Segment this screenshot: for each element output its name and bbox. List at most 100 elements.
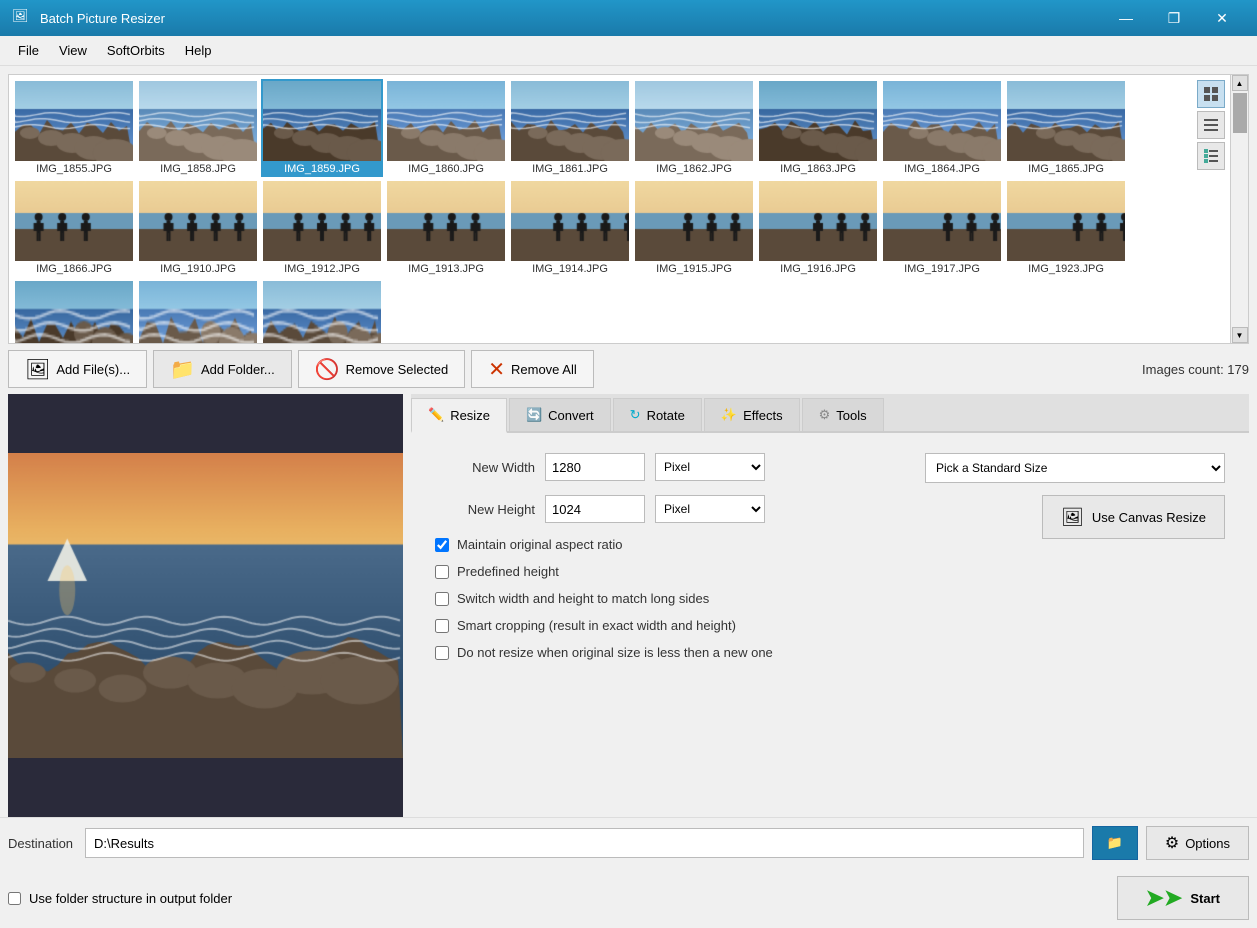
- thumb-label: IMG_1915.JPG: [656, 263, 732, 275]
- thumb-IMG_1864[interactable]: IMG_1864.JPG: [881, 79, 1003, 177]
- canvas-resize-label: Use Canvas Resize: [1092, 510, 1206, 525]
- no-resize-label: Do not resize when original size is less…: [457, 645, 773, 660]
- remove-all-label: Remove All: [511, 362, 577, 377]
- settings-panel: ✏️ Resize 🔄 Convert ↻ Rotate ✨ Effects ⚙: [411, 394, 1249, 817]
- resize-form: New Width Pixel Percent Inch cm New He: [435, 453, 905, 672]
- thumb-canvas-1864: [883, 81, 1001, 161]
- tab-tools[interactable]: ⚙ Tools: [802, 398, 884, 431]
- add-files-button[interactable]: 🖼 Add File(s)...: [8, 350, 147, 388]
- scroll-thumb[interactable]: [1233, 93, 1247, 133]
- add-folder-button[interactable]: 📁 Add Folder...: [153, 350, 292, 388]
- height-unit-select[interactable]: Pixel Percent Inch cm: [655, 495, 765, 523]
- thumb-IMG_1858[interactable]: IMG_1858.JPG: [137, 79, 259, 177]
- tab-convert[interactable]: 🔄 Convert: [509, 398, 611, 431]
- folder-structure-row: Use folder structure in output folder: [8, 891, 232, 906]
- app-title: Batch Picture Resizer: [40, 11, 1103, 26]
- tab-effects[interactable]: ✨ Effects: [704, 398, 800, 431]
- thumb-label: IMG_1855.JPG: [36, 163, 112, 175]
- switch-wh-checkbox[interactable]: [435, 592, 449, 606]
- no-resize-row: Do not resize when original size is less…: [435, 645, 905, 660]
- tools-tab-icon: ⚙: [819, 407, 831, 423]
- thumb-canvas-1866: [15, 181, 133, 261]
- thumb-IMG_1914[interactable]: IMG_1914.JPG: [509, 179, 631, 277]
- predefined-height-label: Predefined height: [457, 564, 559, 579]
- thumb-label: IMG_1913.JPG: [408, 263, 484, 275]
- menu-file[interactable]: File: [8, 39, 49, 62]
- tab-resize[interactable]: ✏️ Resize: [411, 398, 507, 433]
- height-row: New Height Pixel Percent Inch cm: [435, 495, 905, 523]
- minimize-button[interactable]: —: [1103, 0, 1149, 36]
- thumb-IMG_1913[interactable]: IMG_1913.JPG: [385, 179, 507, 277]
- scroll-up-button[interactable]: ▲: [1232, 75, 1248, 91]
- thumb-IMG_1866[interactable]: IMG_1866.JPG: [13, 179, 135, 277]
- maintain-aspect-row: Maintain original aspect ratio: [435, 537, 905, 552]
- remove-all-button[interactable]: ✕ Remove All: [471, 350, 594, 388]
- thumb-canvas-1860: [387, 81, 505, 161]
- thumb-IMG_1855[interactable]: IMG_1855.JPG: [13, 79, 135, 177]
- thumb-label: IMG_1914.JPG: [532, 263, 608, 275]
- thumb-IMG_1862[interactable]: IMG_1862.JPG: [633, 79, 755, 177]
- menu-view[interactable]: View: [49, 39, 97, 62]
- add-folder-label: Add Folder...: [201, 362, 275, 377]
- thumb-canvas-1914: [511, 181, 629, 261]
- height-input[interactable]: [545, 495, 645, 523]
- canvas-resize-button[interactable]: 🖼 Use Canvas Resize: [1042, 495, 1225, 539]
- list-view-button[interactable]: [1197, 111, 1225, 139]
- folder-structure-checkbox[interactable]: [8, 892, 21, 905]
- maximize-button[interactable]: ❐: [1151, 0, 1197, 36]
- maintain-aspect-checkbox[interactable]: [435, 538, 449, 552]
- thumb-IMG_1912[interactable]: IMG_1912.JPG: [261, 179, 383, 277]
- thumb-IMG_1923[interactable]: IMG_1923.JPG: [1005, 179, 1127, 277]
- thumb-row3-3[interactable]: [261, 279, 383, 344]
- smart-crop-checkbox[interactable]: [435, 619, 449, 633]
- thumb-IMG_1860[interactable]: IMG_1860.JPG: [385, 79, 507, 177]
- large-icon-view-button[interactable]: [1197, 80, 1225, 108]
- predefined-height-row: Predefined height: [435, 564, 905, 579]
- thumb-IMG_1865[interactable]: IMG_1865.JPG: [1005, 79, 1127, 177]
- thumb-IMG_1915[interactable]: IMG_1915.JPG: [633, 179, 755, 277]
- close-button[interactable]: ✕: [1199, 0, 1245, 36]
- thumb-canvas-1858: [139, 81, 257, 161]
- menu-softorbits[interactable]: SoftOrbits: [97, 39, 175, 62]
- toolbar: 🖼 Add File(s)... 📁 Add Folder... 🚫 Remov…: [0, 344, 1257, 394]
- canvas-resize-icon: 🖼: [1061, 507, 1084, 528]
- thumb-label: IMG_1866.JPG: [36, 263, 112, 275]
- tab-rotate[interactable]: ↻ Rotate: [613, 398, 702, 431]
- thumb-IMG_1910[interactable]: IMG_1910.JPG: [137, 179, 259, 277]
- menu-help[interactable]: Help: [175, 39, 222, 62]
- predefined-height-checkbox[interactable]: [435, 565, 449, 579]
- thumb-IMG_1863[interactable]: IMG_1863.JPG: [757, 79, 879, 177]
- convert-tab-icon: 🔄: [526, 407, 542, 423]
- options-button[interactable]: ⚙ Options: [1146, 826, 1249, 860]
- start-button[interactable]: ➤➤ Start: [1117, 876, 1250, 920]
- destination-path-input[interactable]: [85, 828, 1084, 858]
- start-label: Start: [1190, 891, 1220, 906]
- bottom-section: ✏️ Resize 🔄 Convert ↻ Rotate ✨ Effects ⚙: [8, 394, 1249, 817]
- title-bar: 🖼 Batch Picture Resizer — ❐ ✕: [0, 0, 1257, 36]
- thumb-IMG_1917[interactable]: IMG_1917.JPG: [881, 179, 1003, 277]
- remove-selected-button[interactable]: 🚫 Remove Selected: [298, 350, 466, 388]
- window-controls: — ❐ ✕: [1103, 0, 1245, 36]
- thumb-label: IMG_1862.JPG: [656, 163, 732, 175]
- no-resize-checkbox[interactable]: [435, 646, 449, 660]
- remove-selected-icon: 🚫: [315, 357, 340, 382]
- remove-selected-label: Remove Selected: [346, 362, 449, 377]
- thumb-canvas-1859: [263, 81, 381, 161]
- thumb-label: IMG_1865.JPG: [1028, 163, 1104, 175]
- browse-destination-button[interactable]: 📁: [1092, 826, 1138, 860]
- thumb-row3-1[interactable]: [13, 279, 135, 344]
- thumb-IMG_1861[interactable]: IMG_1861.JPG: [509, 79, 631, 177]
- thumb-label: IMG_1912.JPG: [284, 263, 360, 275]
- standard-size-select[interactable]: Pick a Standard Size: [925, 453, 1225, 483]
- width-unit-select[interactable]: Pixel Percent Inch cm: [655, 453, 765, 481]
- thumb-canvas-1917: [883, 181, 1001, 261]
- thumb-row3-2[interactable]: [137, 279, 259, 344]
- width-input[interactable]: [545, 453, 645, 481]
- detail-view-button[interactable]: [1197, 142, 1225, 170]
- resize-tab-label: Resize: [450, 408, 490, 423]
- thumb-IMG_1916[interactable]: IMG_1916.JPG: [757, 179, 879, 277]
- scroll-down-button[interactable]: ▼: [1232, 327, 1248, 343]
- thumb-IMG_1859[interactable]: IMG_1859.JPG: [261, 79, 383, 177]
- thumb-canvas-1913: [387, 181, 505, 261]
- thumb-canvas-1855: [15, 81, 133, 161]
